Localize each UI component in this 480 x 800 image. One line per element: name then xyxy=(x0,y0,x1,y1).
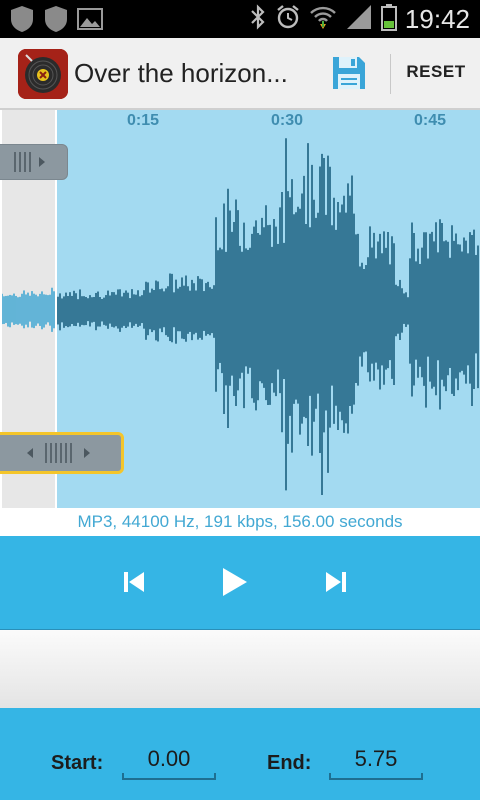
app-icon[interactable] xyxy=(18,49,68,99)
signal-icon xyxy=(345,3,373,36)
page-title: Over the horizon... xyxy=(74,58,288,88)
end-marker-handle[interactable] xyxy=(0,432,124,474)
play-icon xyxy=(219,566,249,603)
file-info: MP3, 44100 Hz, 191 kbps, 156.00 seconds xyxy=(0,508,480,536)
action-divider xyxy=(390,54,391,94)
timeline-tick: 0:30 xyxy=(271,112,304,129)
skip-next-icon xyxy=(322,568,350,601)
start-marker-handle[interactable] xyxy=(0,144,68,180)
status-bar: 19:42 xyxy=(0,0,480,38)
skip-previous-button[interactable] xyxy=(112,562,156,606)
arrow-left-icon xyxy=(26,448,33,458)
start-time-field[interactable]: 0.00 xyxy=(122,742,216,780)
battery-icon xyxy=(380,3,397,36)
action-bar: Over the horizon... RESET xyxy=(0,38,480,110)
grip-icon xyxy=(44,443,72,463)
reset-button[interactable]: RESET xyxy=(396,62,476,82)
start-label: Start: xyxy=(51,752,104,774)
clock: 19:42 xyxy=(404,4,470,34)
timeline-tick: 0:45 xyxy=(414,112,447,129)
end-time-field[interactable]: 5.75 xyxy=(329,742,423,780)
skip-previous-icon xyxy=(120,568,148,601)
spacer xyxy=(0,630,480,708)
bluetooth-icon xyxy=(249,3,267,36)
shield-icon xyxy=(42,4,70,34)
alarm-icon xyxy=(275,3,301,36)
arrow-right-icon xyxy=(38,157,45,167)
grip-icon xyxy=(13,152,31,172)
arrow-right-icon xyxy=(83,448,90,458)
transport-bar xyxy=(0,536,480,630)
timeline-tick: 0:15 xyxy=(127,112,160,129)
save-icon xyxy=(331,55,367,96)
save-button[interactable] xyxy=(326,52,372,98)
wifi-icon xyxy=(309,3,337,36)
play-button[interactable] xyxy=(212,562,256,606)
selection-panel: Start: 0.00 End: 5.75 xyxy=(0,708,480,800)
image-icon xyxy=(76,4,104,34)
waveform-view[interactable]: 0:15 0:30 0:45 xyxy=(0,110,480,510)
shield-icon xyxy=(8,4,36,34)
skip-next-button[interactable] xyxy=(314,562,358,606)
end-label: End: xyxy=(267,752,312,774)
